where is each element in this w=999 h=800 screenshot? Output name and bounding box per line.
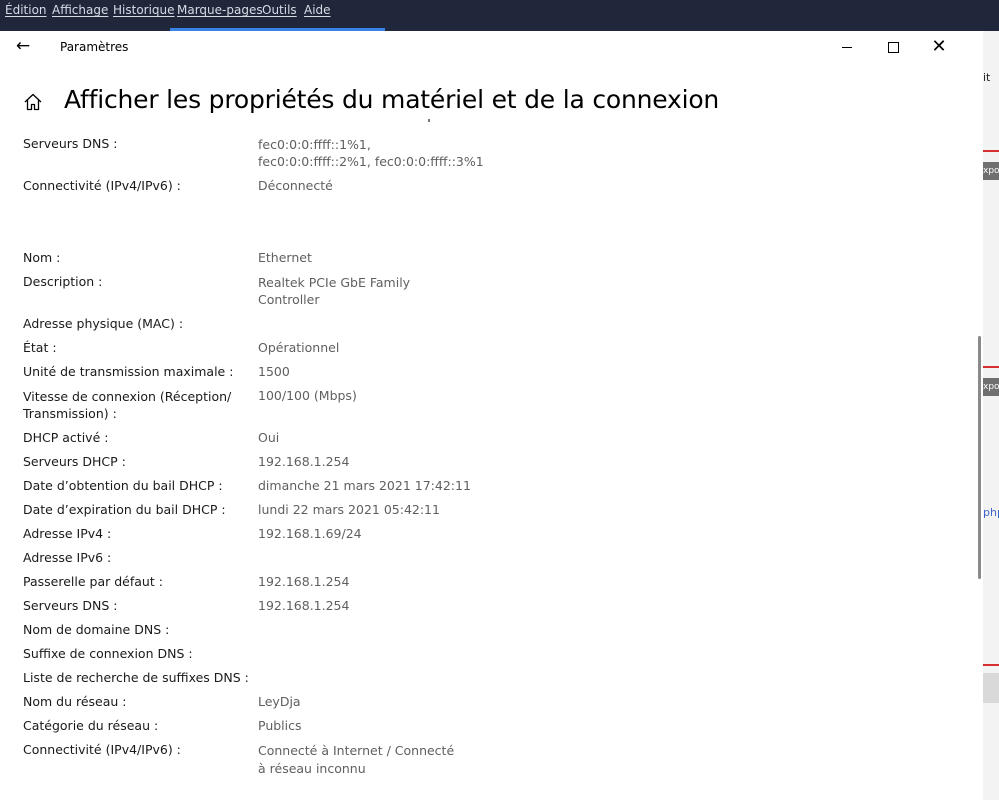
property-value: LeyDja bbox=[258, 694, 301, 709]
property-value: 192.168.1.254 bbox=[258, 454, 350, 469]
property-label: Connectivité (IPv4/IPv6) : bbox=[23, 742, 181, 757]
background-divider bbox=[983, 366, 999, 368]
property-label: Serveurs DNS : bbox=[23, 598, 118, 613]
menu-aide[interactable]: Aide bbox=[304, 3, 331, 17]
property-value: fec0:0:0:ffff::2%1, fec0:0:0:ffff::3%1 bbox=[258, 154, 484, 169]
property-label: Adresse physique (MAC) : bbox=[23, 316, 184, 331]
settings-window: ← Paramètres ✕ Afficher les propriétés d… bbox=[0, 31, 983, 800]
close-icon: ✕ bbox=[931, 36, 947, 57]
back-arrow-icon[interactable]: ← bbox=[12, 35, 34, 57]
scroll-fade-marker bbox=[428, 119, 430, 122]
maximize-icon bbox=[887, 41, 899, 53]
property-value: Opérationnel bbox=[258, 340, 340, 355]
close-button[interactable]: ✕ bbox=[916, 31, 962, 63]
menu-historique[interactable]: Historique bbox=[113, 3, 175, 17]
property-value: fec0:0:0:ffff::1%1, bbox=[258, 137, 371, 152]
property-label: Serveurs DHCP : bbox=[23, 454, 126, 469]
minimize-button[interactable] bbox=[824, 31, 870, 63]
property-label: Unité de transmission maximale : bbox=[23, 364, 234, 379]
property-label: État : bbox=[23, 340, 57, 355]
property-label: Nom : bbox=[23, 250, 61, 265]
property-value: lundi 22 mars 2021 05:42:11 bbox=[258, 502, 440, 517]
background-divider bbox=[983, 664, 999, 666]
title-bar: ← Paramètres ✕ bbox=[0, 31, 983, 63]
property-label: Serveurs DNS : bbox=[23, 136, 118, 151]
property-value: 100/100 (Mbps) bbox=[258, 388, 357, 403]
page-title: Afficher les propriétés du matériel et d… bbox=[64, 85, 720, 114]
background-text-fragment: it bbox=[983, 71, 991, 84]
menu-marque-pages[interactable]: Marque-pages bbox=[177, 3, 263, 17]
browser-menubar: Édition Affichage Historique Marque-page… bbox=[0, 0, 999, 31]
home-icon[interactable] bbox=[22, 91, 44, 113]
property-value: dimanche 21 mars 2021 17:42:11 bbox=[258, 478, 471, 493]
property-value: Ethernet bbox=[258, 250, 312, 265]
property-value: Controller bbox=[258, 292, 320, 307]
property-label: Nom de domaine DNS : bbox=[23, 622, 170, 637]
window-title: Paramètres bbox=[60, 40, 129, 54]
property-label: Transmission) : bbox=[23, 406, 117, 421]
property-value: Oui bbox=[258, 430, 280, 445]
property-label: DHCP activé : bbox=[23, 430, 109, 445]
property-value: Connecté à Internet / Connecté bbox=[258, 743, 455, 758]
property-value: 1500 bbox=[258, 364, 290, 379]
property-label: Passerelle par défaut : bbox=[23, 574, 163, 589]
property-label: Nom du réseau : bbox=[23, 694, 127, 709]
property-value: 192.168.1.69/24 bbox=[258, 526, 362, 541]
property-label: Adresse IPv6 : bbox=[23, 550, 112, 565]
background-divider bbox=[983, 150, 999, 152]
background-block bbox=[983, 673, 999, 703]
background-browser-page: it xpo xpo php bbox=[983, 31, 999, 800]
property-label: Date d’obtention du bail DHCP : bbox=[23, 478, 223, 493]
background-link-fragment[interactable]: php bbox=[983, 506, 999, 519]
scrollbar-thumb[interactable] bbox=[978, 336, 981, 579]
menu-outils[interactable]: Outils bbox=[262, 3, 297, 17]
property-value: Déconnecté bbox=[258, 178, 333, 193]
property-label: Catégorie du réseau : bbox=[23, 718, 159, 733]
background-tag: xpo bbox=[983, 378, 999, 396]
maximize-button[interactable] bbox=[870, 31, 916, 63]
menu-edition[interactable]: Édition bbox=[5, 3, 47, 17]
property-label: Suffixe de connexion DNS : bbox=[23, 646, 193, 661]
property-value: à réseau inconnu bbox=[258, 761, 366, 776]
property-label: Liste de recherche de suffixes DNS : bbox=[23, 670, 249, 685]
background-tag: xpo bbox=[983, 162, 999, 180]
property-label: Date d’expiration du bail DHCP : bbox=[23, 502, 226, 517]
property-value: 192.168.1.254 bbox=[258, 574, 350, 589]
property-value: Publics bbox=[258, 718, 302, 733]
property-label: Connectivité (IPv4/IPv6) : bbox=[23, 178, 181, 193]
property-label: Vitesse de connexion (Réception/ bbox=[23, 389, 232, 404]
minimize-icon bbox=[842, 46, 852, 48]
menu-affichage[interactable]: Affichage bbox=[52, 3, 108, 17]
property-value: Realtek PCIe GbE Family bbox=[258, 275, 411, 290]
property-label: Description : bbox=[23, 274, 103, 289]
property-value: 192.168.1.254 bbox=[258, 598, 350, 613]
property-label: Adresse IPv4 : bbox=[23, 526, 112, 541]
